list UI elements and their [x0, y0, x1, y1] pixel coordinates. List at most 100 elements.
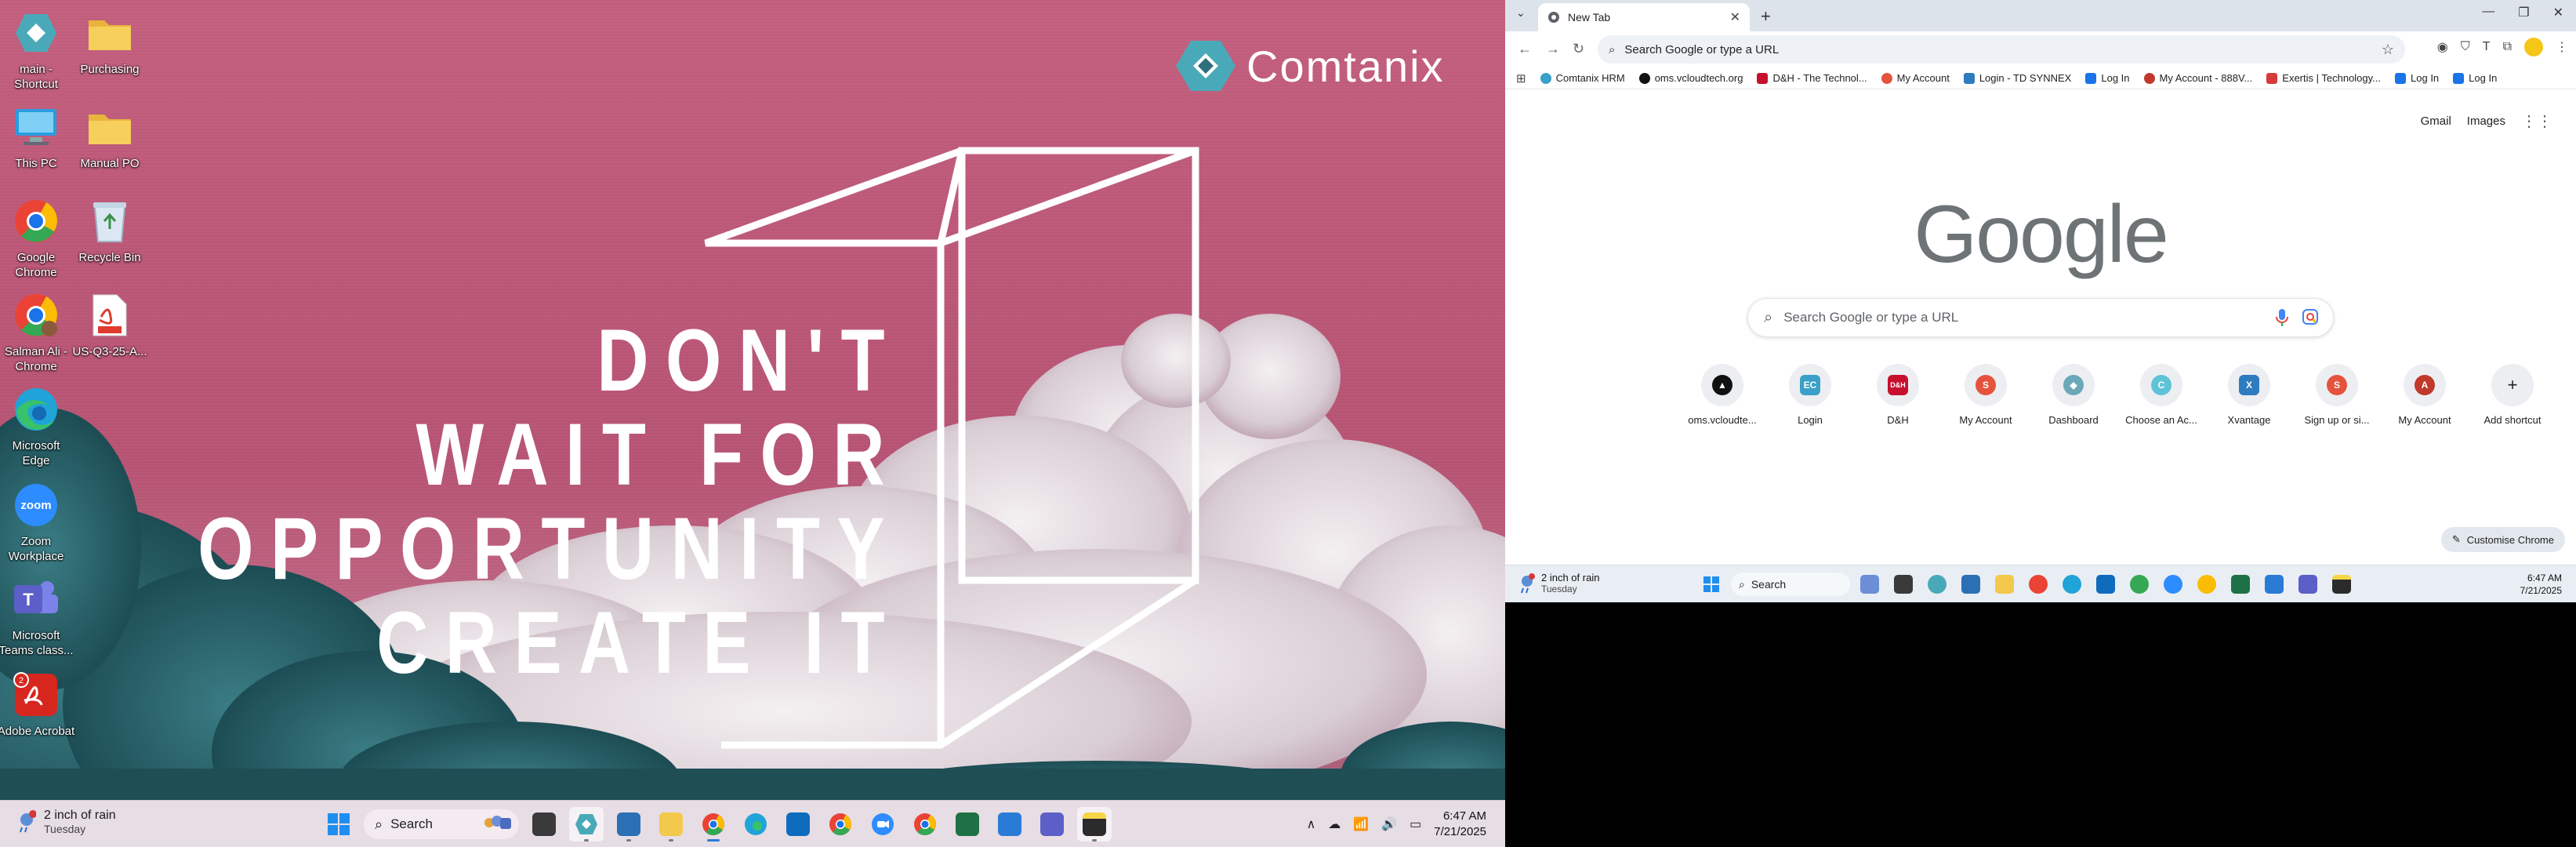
profile-avatar-icon[interactable] — [2524, 38, 2543, 56]
taskbar-remote-desktop[interactable] — [2260, 570, 2288, 598]
forward-arrow-icon[interactable]: → — [1546, 41, 1560, 57]
add-shortcut-tile[interactable]: + Add shortcut — [2469, 364, 2556, 426]
close-window-icon[interactable]: ✕ — [2553, 5, 2563, 20]
menu-kebab-icon[interactable]: ⋮ — [2556, 39, 2568, 55]
taskbar-comtanix-app[interactable] — [1923, 570, 1951, 598]
taskbar-chrome[interactable] — [696, 807, 731, 842]
wifi-icon[interactable]: 📶 — [1353, 816, 1369, 832]
google-search-box[interactable]: ⌕ Search Google or type a URL — [1747, 298, 2334, 337]
shortcut-tile[interactable]: EC Login — [1766, 364, 1854, 426]
shortcut-tile[interactable]: C Choose an Ac... — [2117, 364, 2205, 426]
taskbar-teams[interactable] — [1035, 807, 1069, 842]
desktop-icon-manual-po[interactable]: Manual PO — [74, 100, 146, 171]
taskbar-calculator[interactable] — [1957, 570, 1985, 598]
volume-icon[interactable]: 🔊 — [1381, 816, 1397, 832]
shortcut-tile[interactable]: ▲ oms.vcloudte... — [1678, 364, 1766, 426]
reload-icon[interactable]: ↻ — [1573, 41, 1584, 57]
taskbar-file-explorer[interactable] — [654, 807, 688, 842]
new-tab-plus-icon[interactable]: + — [1761, 6, 1771, 27]
back-arrow-icon[interactable]: ← — [1518, 41, 1532, 57]
extensions-puzzle-icon[interactable]: ⧉ — [2503, 40, 2512, 54]
taskbar-zoom[interactable] — [865, 807, 900, 842]
taskbar-sticky-notes[interactable] — [2327, 570, 2356, 598]
bookmark-item[interactable]: oms.vcloudtech.org — [1638, 72, 1743, 84]
taskbar-calculator[interactable] — [611, 807, 646, 842]
bookmark-item[interactable]: Log In — [2085, 72, 2130, 84]
taskbar-teams[interactable] — [2294, 570, 2322, 598]
shortcut-tile[interactable]: S Sign up or si... — [2293, 364, 2381, 426]
taskbar-search[interactable]: ⌕ Search — [1731, 573, 1850, 596]
restore-icon[interactable]: ❐ — [2518, 5, 2529, 20]
taskbar-file-explorer[interactable] — [1990, 570, 2019, 598]
taskbar-sticky-notes[interactable] — [1077, 807, 1112, 842]
weather-widget[interactable]: 2 inch of rain Tuesday — [17, 809, 116, 835]
taskbar-chrome-2[interactable] — [908, 807, 942, 842]
vpn-extension-icon[interactable]: ⛉ — [2461, 40, 2470, 54]
taskbar-zoom[interactable] — [2159, 570, 2187, 598]
desktop-icon-microsoft-edge[interactable]: Microsoft Edge — [0, 383, 72, 468]
desktop-icon-zoom[interactable]: zoom Zoom Workplace — [0, 478, 72, 564]
bookmark-item[interactable]: Login - TD SYNNEX — [1963, 72, 2071, 84]
taskbar-widgets[interactable] — [1856, 570, 1884, 598]
taskbar-edge[interactable] — [738, 807, 773, 842]
taskbar-search[interactable]: ⌕ Search — [364, 809, 519, 839]
google-lens-icon[interactable] — [2302, 308, 2319, 325]
shortcut-tile[interactable]: A My Account — [2381, 364, 2469, 426]
desktop-icon-this-pc[interactable]: This PC — [0, 100, 72, 171]
bookmark-item[interactable]: My Account — [1881, 72, 1950, 84]
desktop-icon-salman-chrome[interactable]: Salman Ali - Chrome — [0, 289, 72, 374]
battery-icon[interactable]: ▭ — [1410, 816, 1421, 832]
taskbar-remote-desktop[interactable] — [992, 807, 1027, 842]
taskbar-terminal[interactable] — [1889, 570, 1917, 598]
taskbar-edge[interactable] — [2058, 570, 2086, 598]
taskbar-chrome-2[interactable] — [2193, 570, 2221, 598]
text-extension-icon[interactable]: T — [2483, 40, 2491, 54]
bookmark-item[interactable]: D&H - The Technol... — [1757, 72, 1867, 84]
shortcut-tile[interactable]: X Xvantage — [2205, 364, 2293, 426]
shortcut-tile[interactable]: D&H D&H — [1854, 364, 1942, 426]
images-link[interactable]: Images — [2467, 115, 2505, 128]
chevron-up-icon[interactable]: ∧ — [1307, 816, 1316, 832]
taskbar-comtanix-app[interactable] — [569, 807, 604, 842]
bookmark-star-icon[interactable]: ☆ — [2382, 42, 2394, 58]
desktop-icon-main-shortcut[interactable]: main - Shortcut — [0, 6, 72, 92]
bookmark-item[interactable]: Log In — [2395, 72, 2439, 84]
taskbar-outlook[interactable] — [781, 807, 815, 842]
taskbar-outlook[interactable] — [2092, 570, 2120, 598]
customise-chrome-button[interactable]: ✎ Customise Chrome — [2440, 527, 2565, 552]
google-apps-grid-icon[interactable]: ⋮⋮ — [2521, 111, 2552, 131]
taskbar-excel[interactable] — [950, 807, 985, 842]
minimize-icon[interactable]: — — [2482, 5, 2494, 20]
desktop-icon-recycle-bin[interactable]: Recycle Bin — [74, 194, 146, 265]
bookmark-item[interactable]: Exertis | Technology... — [2266, 72, 2381, 84]
desktop-icon-purchasing[interactable]: Purchasing — [74, 6, 146, 77]
taskbar-chrome-profile[interactable] — [823, 807, 858, 842]
taskbar-chrome[interactable] — [2024, 570, 2052, 598]
desktop-icon-google-chrome[interactable]: Google Chrome — [0, 194, 72, 280]
apps-grid-icon[interactable]: ⊞ — [1516, 71, 1526, 85]
clock[interactable]: 6:47 AM 7/21/2025 — [2520, 572, 2562, 597]
shortcut-tile[interactable]: S My Account — [1942, 364, 2030, 426]
desktop-icon-adobe-acrobat[interactable]: 2 Adobe Acrobat — [0, 668, 74, 739]
tab-new-tab[interactable]: New Tab ✕ — [1538, 3, 1750, 31]
microphone-icon[interactable] — [2275, 308, 2289, 327]
start-button[interactable] — [1697, 570, 1725, 598]
bookmark-item[interactable]: Comtanix HRM — [1540, 72, 1625, 84]
close-tab-icon[interactable]: ✕ — [1730, 9, 1740, 25]
taskbar-excel[interactable] — [2226, 570, 2255, 598]
clock[interactable]: 6:47 AM 7/21/2025 — [1434, 809, 1486, 840]
bookmark-item[interactable]: Log In — [2453, 72, 2497, 84]
desktop-icon-pdf[interactable]: US-Q3-25-A... — [72, 289, 147, 359]
gmail-link[interactable]: Gmail — [2421, 115, 2451, 128]
tab-search-chevron-icon[interactable]: ⌄ — [1516, 6, 1526, 20]
address-bar[interactable]: ⌕ Search Google or type a URL ☆ — [1598, 35, 2405, 64]
shortcut-tile[interactable]: ◆ Dashboard — [2030, 364, 2117, 426]
bookmark-item[interactable]: My Account - 888V... — [2143, 72, 2252, 84]
weather-widget-right[interactable]: 2 inch of rain Tuesday — [1519, 572, 1599, 594]
taskbar-chrome-profile[interactable] — [2125, 570, 2153, 598]
taskbar-terminal[interactable] — [527, 807, 561, 842]
cloud-sync-icon[interactable]: ☁ — [1328, 816, 1341, 832]
start-button[interactable] — [321, 807, 356, 842]
extension-icon[interactable]: ◉ — [2437, 39, 2448, 55]
desktop-icon-teams[interactable]: T Microsoft Teams class... — [0, 573, 74, 658]
